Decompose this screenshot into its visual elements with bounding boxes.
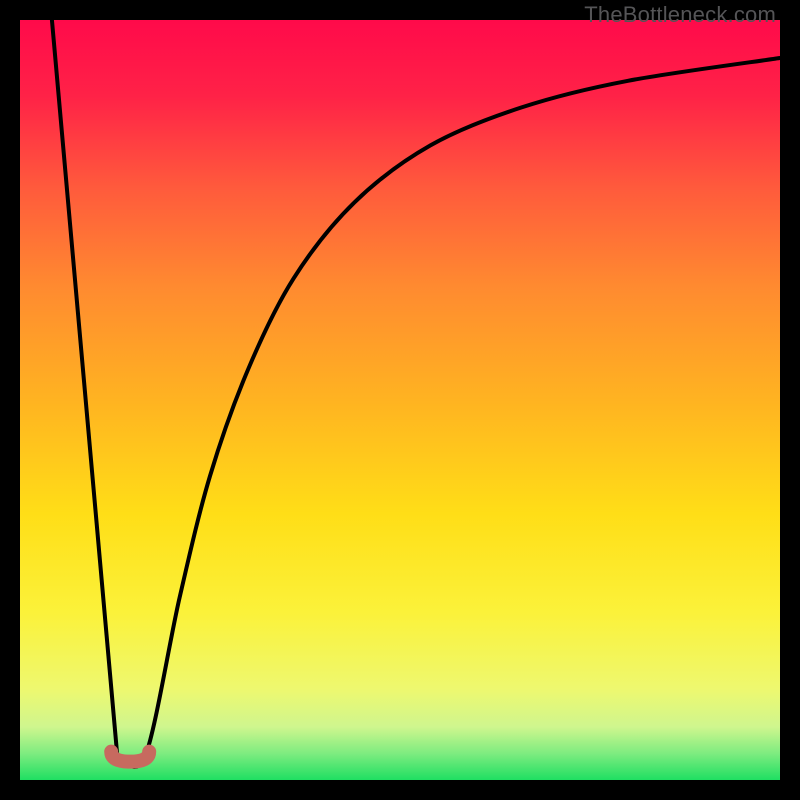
gradient-background [20,20,780,780]
bottleneck-chart [20,20,780,780]
plot-frame [20,20,780,780]
watermark-text: TheBottleneck.com [584,2,776,28]
